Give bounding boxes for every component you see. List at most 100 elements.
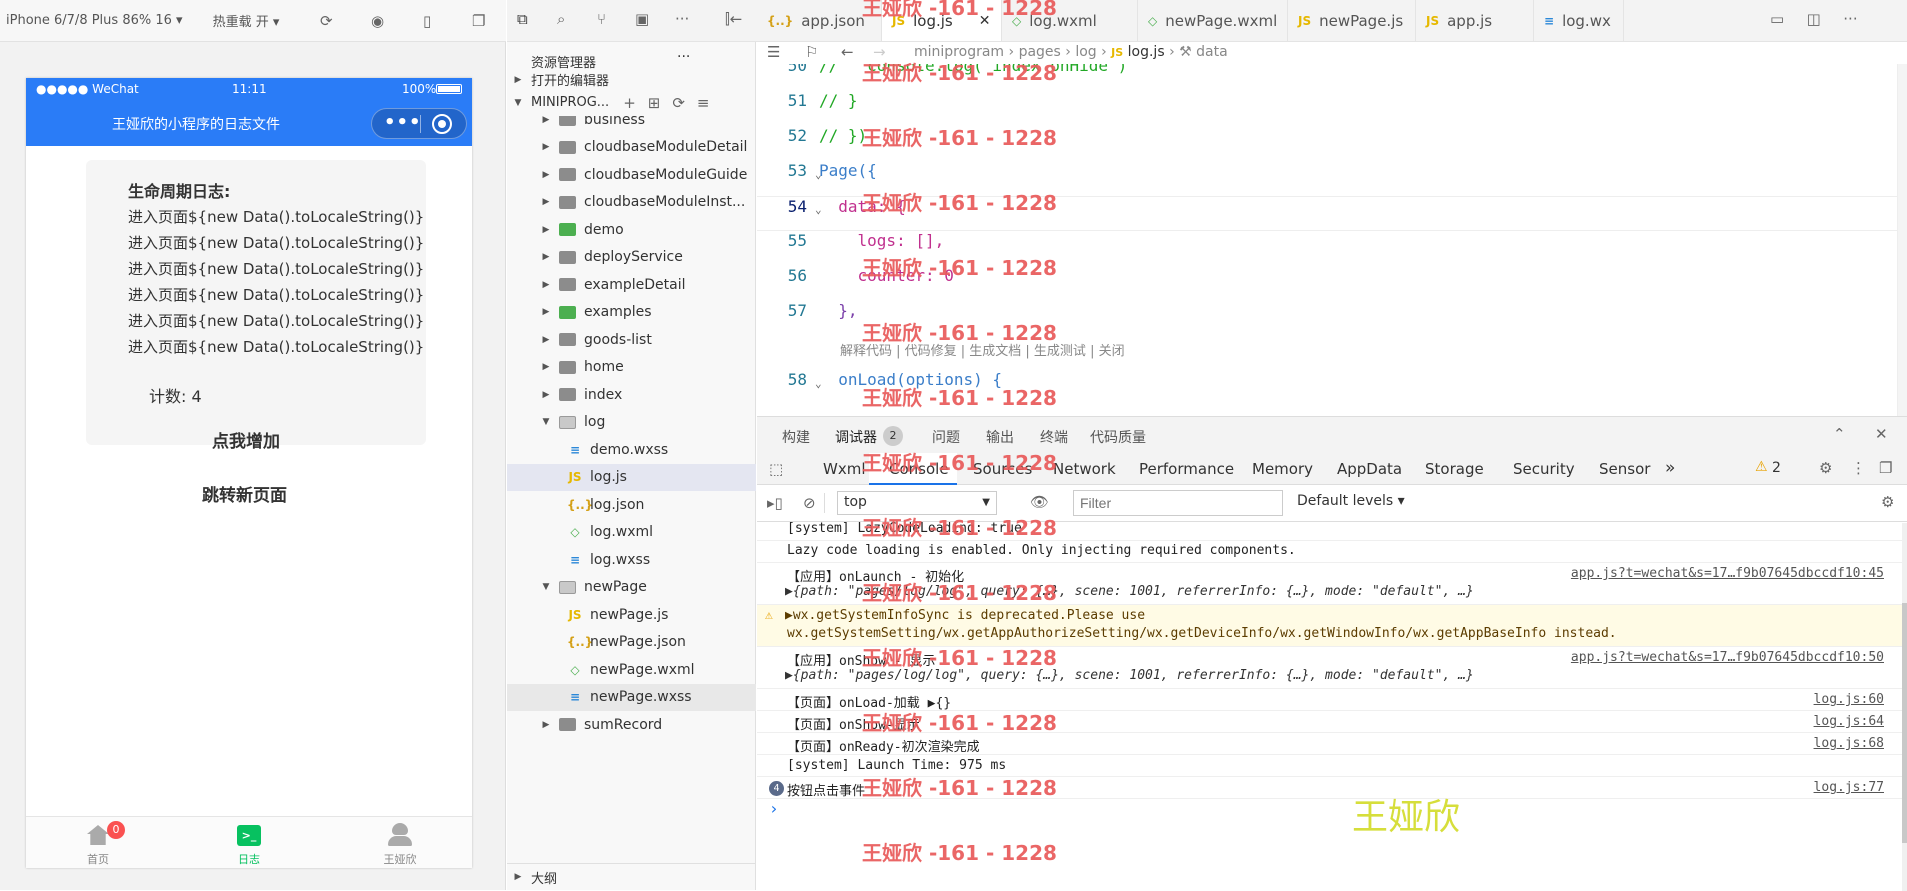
sidebar-toggle-icon[interactable]: ▸▯ (767, 494, 783, 512)
devtab-security[interactable]: Security (1513, 460, 1575, 478)
inspect-icon[interactable]: ⬚ (769, 460, 783, 478)
file-item[interactable]: ≡ demo.wxss (507, 436, 756, 463)
more-tabs-icon[interactable]: » (1665, 458, 1675, 478)
folder-item[interactable]: ▶ deployService (507, 244, 756, 271)
refresh-icon[interactable]: ⟳ (320, 12, 333, 30)
editor-tab[interactable]: JS log.js ✕ (882, 0, 1002, 41)
file-item[interactable]: {..} log.json (507, 491, 756, 518)
editor-tab[interactable]: JS app.js (1416, 0, 1534, 41)
folder-item[interactable]: ▶ business (507, 116, 756, 133)
more-icon[interactable]: ··· (675, 10, 689, 28)
hot-reload-toggle[interactable]: 热重载 开 ▾ (213, 11, 280, 30)
chevron-up-icon[interactable]: ⌃ (1833, 425, 1846, 443)
folder-item[interactable]: ▶ demo (507, 216, 756, 243)
chevron-right-icon[interactable]: ▶ (541, 252, 551, 262)
file-item[interactable]: {..} newPage.json (507, 629, 756, 656)
source-link[interactable]: log.js:68 (1814, 736, 1884, 751)
devtab-console[interactable]: Console (889, 460, 949, 478)
source-link[interactable]: log.js:64 (1814, 714, 1884, 729)
chevron-right-icon[interactable]: ▶ (541, 170, 551, 180)
code-editor[interactable]: 50// console.log('index onHide') 51// } … (757, 64, 1907, 416)
forward-icon[interactable]: → (873, 43, 886, 61)
new-file-icon[interactable]: + (623, 94, 636, 112)
close-miniprogram-icon[interactable] (432, 114, 452, 134)
console-settings-icon[interactable]: ⚙ (1881, 493, 1894, 511)
folder-item[interactable]: ▶ cloudbaseModuleDetail (507, 134, 756, 161)
device-select[interactable]: iPhone 6/7/8 Plus 86% 16 ▾ (6, 13, 183, 28)
close-icon[interactable]: ✕ (1875, 425, 1888, 443)
devtab-appdata[interactable]: AppData (1337, 460, 1402, 478)
chevron-right-icon[interactable]: ▶ (541, 225, 551, 235)
fold-chevron-icon[interactable]: ⌄ (815, 203, 822, 216)
chevron-right-icon[interactable]: ▶ (541, 116, 551, 125)
breadcrumb-item[interactable]: log (1075, 44, 1096, 60)
file-item[interactable]: JS log.js (507, 463, 756, 491)
list-icon[interactable]: ☰ (767, 43, 780, 61)
editor-scrollbar[interactable] (1897, 64, 1907, 416)
folder-item[interactable]: ▶ cloudbaseModuleGuide (507, 161, 756, 188)
tab-code-quality[interactable]: 代码质量 (1090, 427, 1146, 447)
devtab-memory[interactable]: Memory (1252, 460, 1313, 478)
split-editor-icon[interactable]: ◫ (1807, 10, 1821, 28)
fold-chevron-icon[interactable]: ⌄ (815, 377, 822, 390)
breadcrumb-item[interactable]: log.js (1128, 44, 1165, 60)
files-icon[interactable]: ⧉ (517, 10, 528, 28)
kebab-icon[interactable]: ⋮ (1851, 459, 1866, 477)
codelens-actions[interactable]: 解释代码 | 代码修复 | 生成文档 | 生成测试 | 关闭 (840, 340, 1125, 359)
file-item[interactable]: ≡ newPage.wxss (507, 683, 756, 711)
capsule-menu[interactable]: ••• (371, 108, 467, 139)
devtab-storage[interactable]: Storage (1425, 460, 1484, 478)
breadcrumb-item[interactable]: miniprogram (914, 44, 1004, 60)
refresh-icon[interactable]: ⟳ (672, 94, 685, 112)
source-control-icon[interactable]: ⑂ (597, 10, 606, 28)
devtab-sources[interactable]: Sources (973, 460, 1032, 478)
split-icon[interactable]: ⫿← (725, 10, 742, 28)
fold-chevron-icon[interactable]: ⌄ (815, 168, 822, 181)
comment-icon[interactable]: ▭ (1770, 10, 1784, 28)
chevron-right-icon[interactable]: ▶ (541, 197, 551, 207)
explorer-more-button[interactable]: ··· (677, 49, 690, 65)
folder-item[interactable]: ▶ sumRecord (507, 711, 756, 738)
folder-item[interactable]: ▶ home (507, 354, 756, 381)
folder-item[interactable]: ▶ exampleDetail (507, 271, 756, 298)
back-icon[interactable]: ← (841, 43, 854, 61)
object-preview[interactable]: ▶{path: "pages/log/log", query: {…}, sce… (785, 668, 1474, 683)
more-icon[interactable]: ··· (1843, 10, 1857, 28)
levels-select[interactable]: Default levels ▾ (1297, 493, 1405, 509)
folder-item[interactable]: ▶sumRecordResult (507, 739, 756, 745)
chevron-right-icon[interactable]: ▶ (541, 720, 551, 730)
folder-item[interactable]: ▶ goods-list (507, 326, 756, 353)
search-icon[interactable]: ⌕ (557, 10, 565, 28)
extensions-icon[interactable]: ▣ (635, 10, 649, 28)
bookmark-icon[interactable]: ⚐ (805, 43, 818, 61)
editor-tab[interactable]: ◇ newPage.wxml (1138, 0, 1288, 41)
undock-icon[interactable]: ❐ (1879, 459, 1892, 477)
chevron-right-icon[interactable]: ▶ (541, 280, 551, 290)
more-dots-icon[interactable]: ••• (384, 112, 422, 133)
source-link[interactable]: log.js:77 (1814, 780, 1884, 795)
folder-item[interactable]: ▶ examples (507, 299, 756, 326)
editor-tab[interactable]: ◇ log.wxml (1002, 0, 1138, 41)
context-select[interactable]: top ▼ (837, 491, 997, 515)
folder-item[interactable]: ▼ log (507, 409, 756, 436)
increment-button[interactable]: 点我增加 (212, 427, 280, 452)
tab-problems[interactable]: 问题 (932, 427, 960, 447)
collapse-icon[interactable]: ≡ (697, 94, 710, 112)
project-section[interactable]: ▼ MINIPROG... + ⊞ ⟳ ≡ (507, 89, 756, 116)
phone-icon[interactable]: ▯ (423, 12, 431, 30)
console-scrollbar[interactable] (1902, 523, 1907, 891)
devtab-wxml[interactable]: Wxml (823, 460, 866, 478)
chevron-right-icon[interactable]: ▶ (541, 335, 551, 345)
source-link[interactable]: app.js?t=wechat&s=17…f9b07645dbccdf10:50 (1571, 650, 1884, 665)
devtab-performance[interactable]: Performance (1139, 460, 1234, 478)
tab-log[interactable]: >_ 日志 (209, 817, 289, 869)
object-preview[interactable]: ▶{path: "pages/log/log", query: {…}, sce… (785, 584, 1474, 599)
file-item[interactable]: ◇ log.wxml (507, 519, 756, 546)
chevron-down-icon[interactable]: ▼ (541, 417, 551, 427)
tab-terminal[interactable]: 终端 (1040, 427, 1068, 447)
tab-build[interactable]: 构建 (782, 427, 810, 447)
navigate-button[interactable]: 跳转新页面 (202, 481, 287, 506)
new-folder-icon[interactable]: ⊞ (648, 94, 661, 112)
file-item[interactable]: ◇ newPage.wxml (507, 656, 756, 683)
tab-profile[interactable]: 王娅欣 (360, 817, 440, 869)
